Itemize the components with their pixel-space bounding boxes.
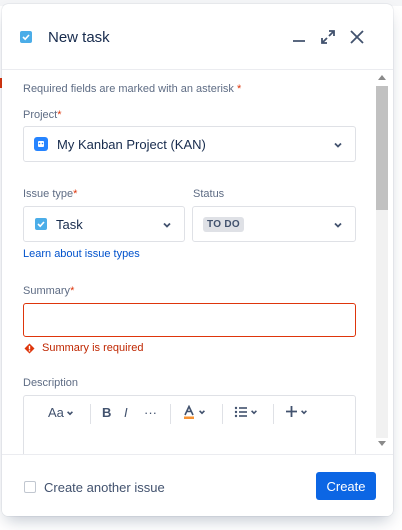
description-editor[interactable]: Aa B I ··· [23,395,356,454]
modal-footer: Create another issue Create [2,454,393,516]
bold-button[interactable]: B [102,405,111,420]
modal-body[interactable]: Required fields are marked with an aster… [2,70,393,454]
project-value: My Kanban Project (KAN) [57,136,206,152]
text-color-button[interactable] [182,405,206,419]
error-icon [24,343,35,353]
editor-toolbar: Aa B I ··· [24,396,357,432]
summary-label: Summary* [23,285,75,297]
chevron-down-icon [199,410,205,415]
toolbar-divider [222,404,223,424]
project-avatar-icon [34,137,48,151]
description-label: Description [23,377,79,389]
required-fields-note: Required fields are marked with an aster… [23,83,242,95]
list-button[interactable] [234,405,258,419]
task-type-icon [20,31,32,43]
status-label: Status [193,188,225,200]
create-another-checkbox[interactable] [24,481,36,493]
scroll-down-arrow-icon[interactable] [378,441,386,446]
modal-title: New task [48,29,110,46]
close-icon [350,30,364,44]
create-button[interactable]: Create [316,472,376,500]
italic-button[interactable]: I [124,405,128,420]
chevron-down-icon [251,410,257,415]
chevron-down-icon [163,222,171,228]
task-checkbox-icon [35,218,47,230]
summary-error: Summary is required [24,342,143,354]
learn-issue-types-link[interactable]: Learn about issue types [23,248,140,260]
project-select[interactable]: My Kanban Project (KAN) [23,126,356,162]
plus-icon [286,406,297,417]
toolbar-divider [90,404,91,424]
status-lozenge: TO DO [203,216,244,232]
text-color-icon [184,405,194,419]
chevron-down-icon [66,410,73,415]
issue-type-label: Issue type* [23,188,78,200]
bullet-list-icon [234,406,247,418]
more-formatting-button[interactable]: ··· [144,405,157,420]
status-select[interactable]: TO DO [192,206,356,242]
toolbar-divider [170,404,171,424]
summary-input[interactable] [23,303,356,337]
project-label: Project* [23,109,62,121]
expand-button[interactable] [317,26,339,48]
minimize-button[interactable] [288,26,310,48]
issue-type-value: Task [56,216,83,232]
insert-button[interactable] [285,405,308,418]
expand-icon [321,30,335,44]
chevron-down-icon [301,409,307,414]
create-issue-modal: New task Required fields are marked with… [2,4,393,516]
issue-type-select[interactable]: Task [23,206,185,242]
close-button[interactable] [346,26,368,48]
chevron-down-icon [334,142,342,148]
create-another-label[interactable]: Create another issue [44,480,165,495]
modal-header: New task [2,4,393,70]
chevron-down-icon [334,222,342,228]
body-scrollbar[interactable] [375,72,389,452]
scroll-up-arrow-icon[interactable] [378,75,386,80]
toolbar-divider [273,404,274,424]
minimize-icon [293,40,305,42]
text-style-button[interactable]: Aa [48,405,74,420]
scrollbar-thumb[interactable] [376,86,388,210]
